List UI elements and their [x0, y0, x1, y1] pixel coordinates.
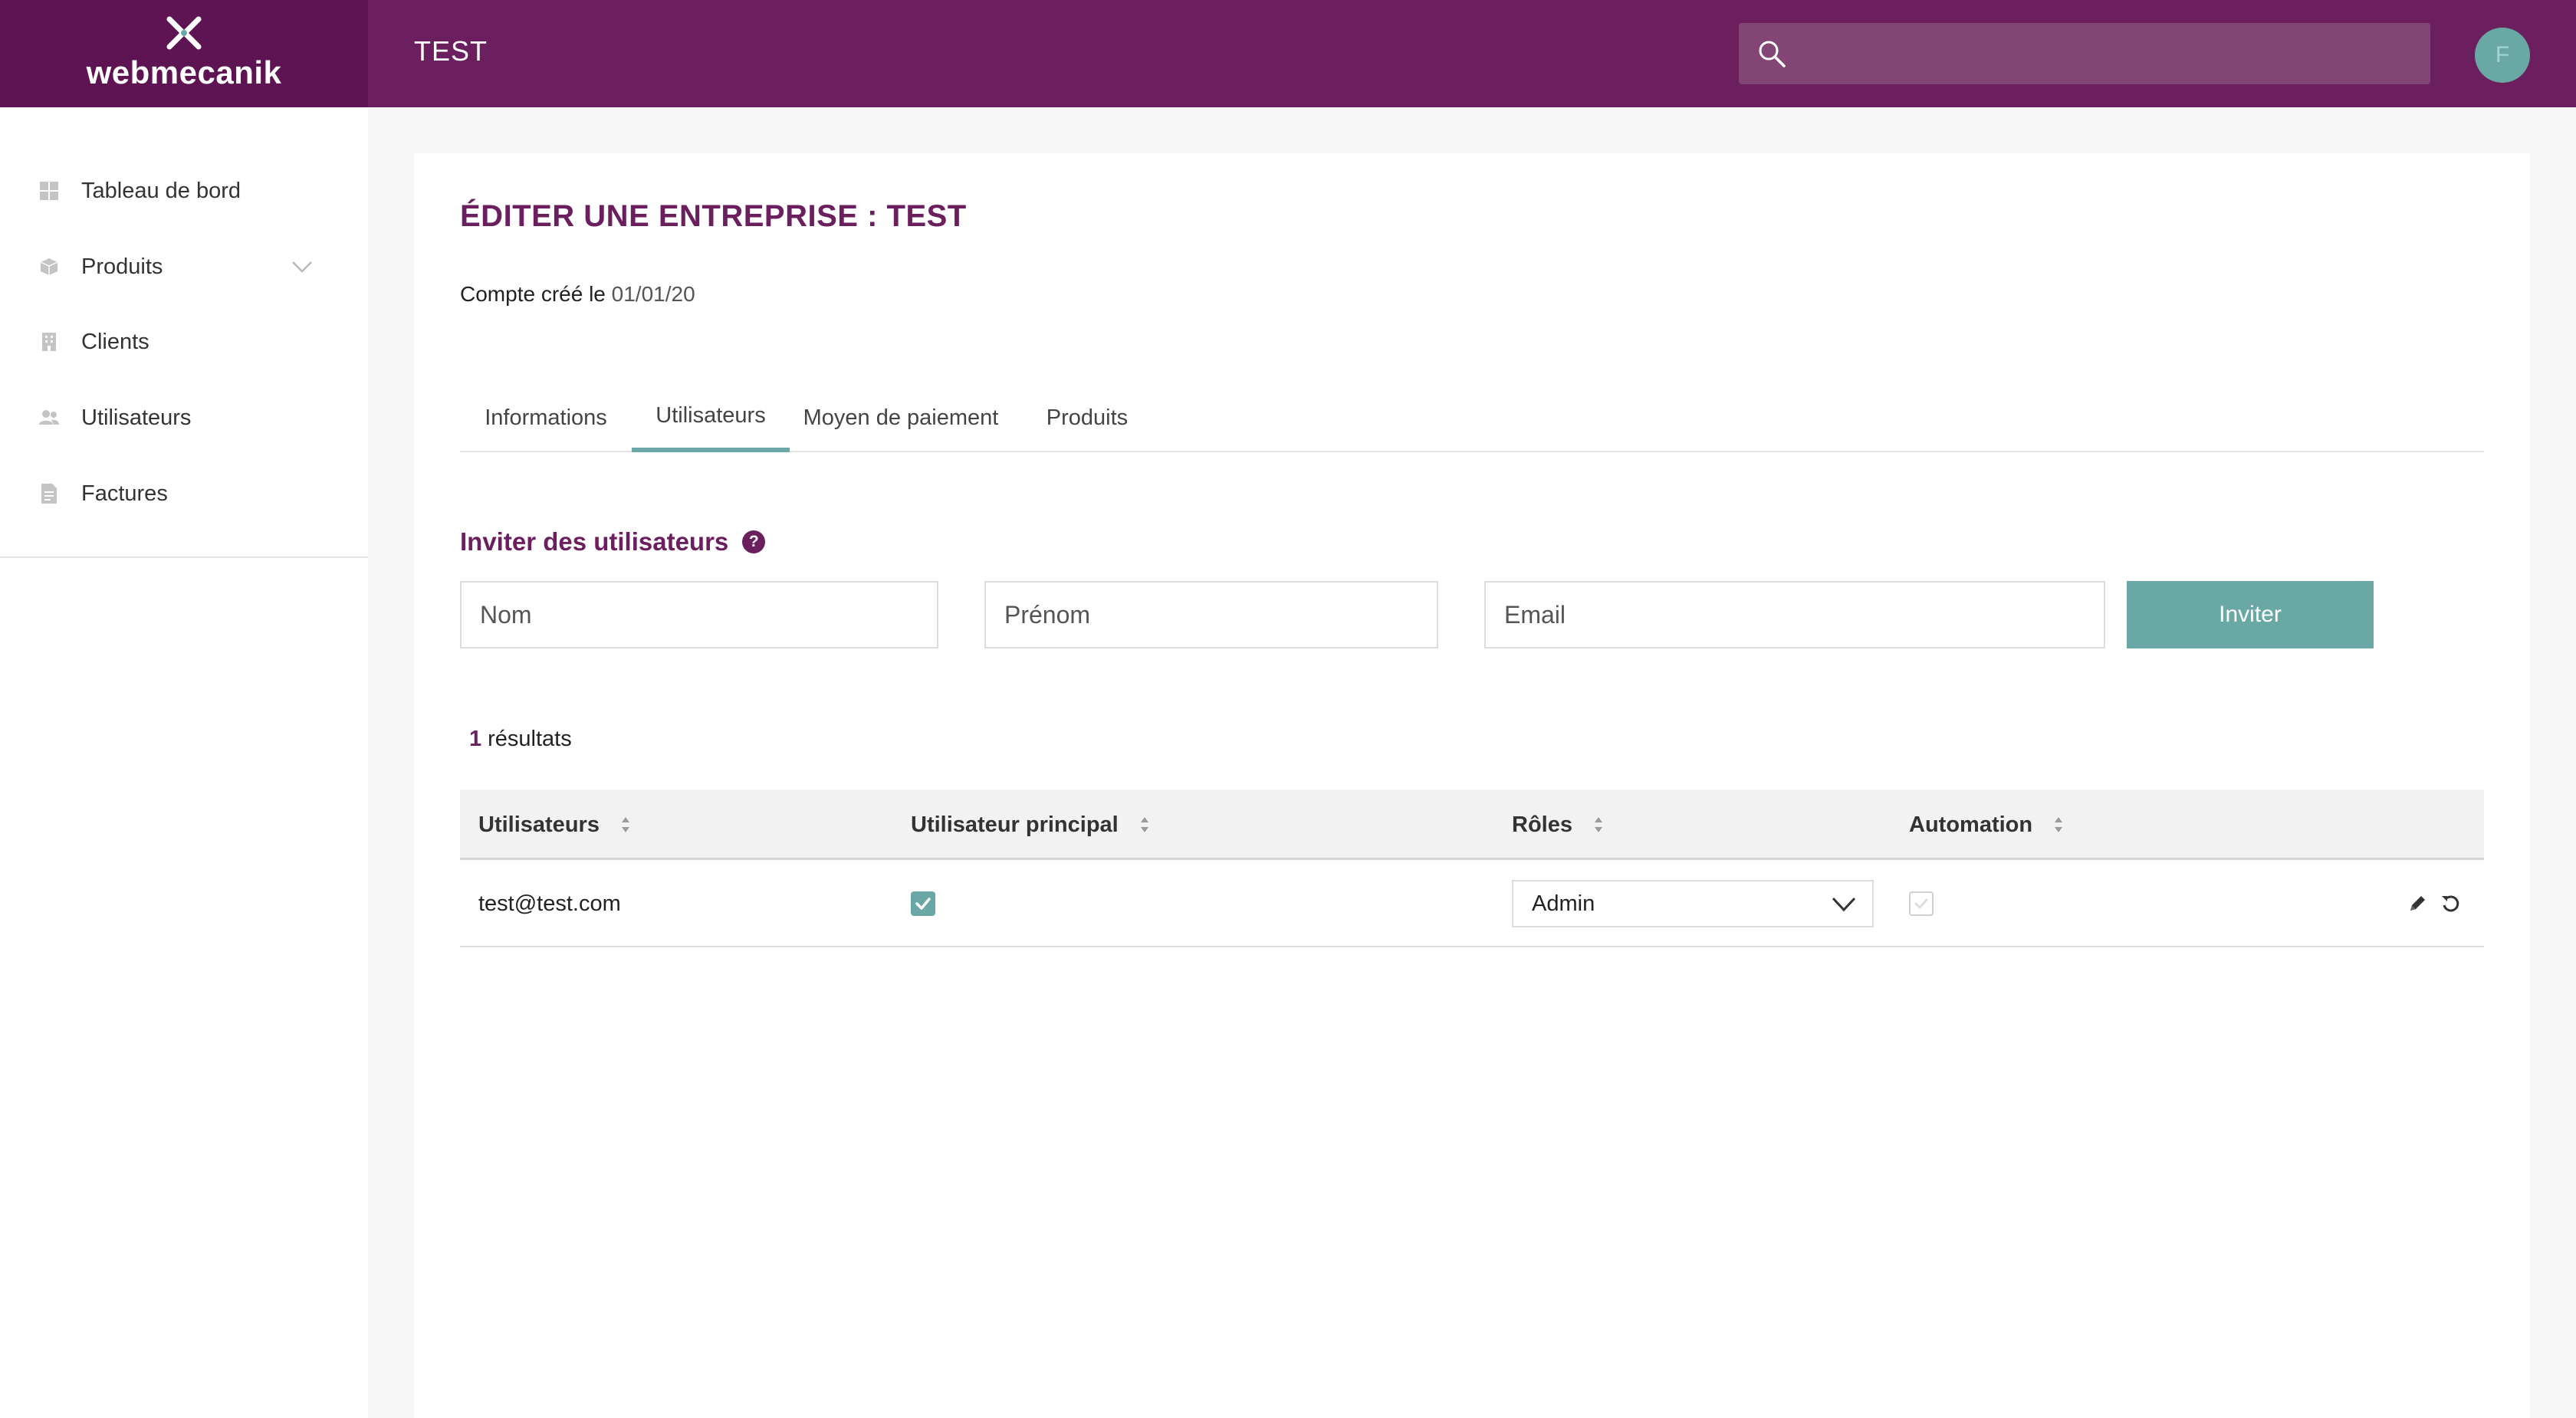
sidebar: Tableau de bord Produits Clients Utilisa… [0, 107, 368, 1418]
search-icon [1759, 41, 1786, 67]
column-header-label: Automation [1909, 812, 2033, 837]
invite-title-text: Inviter des utilisateurs [460, 527, 729, 556]
results-number: 1 [469, 727, 482, 751]
search-input[interactable] [1788, 23, 2430, 84]
role-select[interactable]: Admin [1512, 880, 1874, 927]
prenom-input[interactable] [984, 581, 1438, 648]
sort-icon [1594, 817, 1602, 832]
automation-cell [1909, 860, 1934, 947]
sidebar-item-clients[interactable]: Clients [0, 311, 368, 373]
help-icon[interactable]: ? [742, 530, 766, 553]
column-header-label: Rôles [1512, 812, 1572, 837]
top-bar: webmecanik TEST F [0, 0, 2576, 107]
app-title: TEST [414, 35, 488, 67]
tab-utilisateurs[interactable]: Utilisateurs [632, 383, 790, 452]
automation-checkbox[interactable] [1909, 891, 1934, 916]
invite-section-title: Inviter des utilisateurs ? [460, 527, 766, 556]
account-created: Compte créé le 01/01/20 [460, 282, 695, 307]
results-label: résultats [488, 727, 572, 751]
sidebar-item-label: Tableau de bord [81, 178, 241, 203]
avatar[interactable]: F [2475, 28, 2530, 83]
column-header-label: Utilisateur principal [911, 812, 1119, 837]
tab-produits[interactable]: Produits [1012, 383, 1162, 452]
search-box[interactable] [1739, 23, 2430, 84]
sidebar-item-factures[interactable]: Factures [0, 463, 368, 524]
chevron-down-icon[interactable] [290, 254, 314, 279]
logo-mark-icon [166, 16, 202, 50]
dashboard-icon [38, 180, 60, 202]
sidebar-item-produits[interactable]: Produits [0, 236, 368, 297]
sort-icon [621, 817, 629, 832]
page-title: ÉDITER UNE ENTREPRISE : TEST [460, 199, 967, 233]
users-icon [38, 407, 60, 428]
email-input[interactable] [1484, 581, 2105, 648]
principal-checkbox[interactable] [911, 891, 935, 916]
column-header-utilisateur-principal[interactable]: Utilisateur principal [911, 789, 1151, 860]
chevron-down-icon [1832, 897, 1856, 912]
invite-button[interactable]: Inviter [2127, 581, 2374, 648]
user-email: test@test.com [478, 891, 621, 916]
document-icon [38, 483, 60, 504]
sidebar-item-label: Produits [81, 254, 163, 279]
table-header: Utilisateurs Utilisateur principal Rôles… [460, 789, 2484, 860]
created-date: 01/01/20 [611, 282, 695, 306]
sidebar-menu: Tableau de bord Produits Clients Utilisa… [0, 107, 368, 558]
sidebar-item-label: Clients [81, 329, 150, 354]
sidebar-item-label: Factures [81, 481, 168, 506]
tab-moyen-de-paiement[interactable]: Moyen de paiement [790, 383, 1012, 452]
tabs: Informations Utilisateurs Moyen de paiem… [460, 383, 2484, 452]
sort-icon [1140, 817, 1148, 832]
sidebar-item-label: Utilisateurs [81, 405, 192, 430]
check-icon [1914, 898, 1928, 909]
check-icon [915, 898, 931, 910]
logo-text: webmecanik [86, 54, 282, 90]
box-icon [38, 256, 60, 277]
edit-pencil-icon[interactable] [2406, 892, 2429, 915]
column-header-utilisateurs[interactable]: Utilisateurs [478, 789, 632, 860]
table-row: test@test.com Admin [460, 860, 2484, 947]
created-label: Compte créé le [460, 282, 606, 306]
sidebar-item-dashboard[interactable]: Tableau de bord [0, 160, 368, 222]
column-header-automation[interactable]: Automation [1909, 789, 2065, 860]
building-icon [38, 331, 60, 353]
sidebar-item-utilisateurs[interactable]: Utilisateurs [0, 387, 368, 448]
logo[interactable]: webmecanik [0, 0, 368, 107]
principal-cell [911, 860, 935, 947]
tab-informations[interactable]: Informations [460, 383, 632, 452]
sort-icon [2055, 817, 2063, 832]
column-header-label: Utilisateurs [478, 812, 600, 837]
results-count: 1 résultats [469, 727, 572, 752]
reset-icon[interactable] [2440, 892, 2463, 915]
role-select-value: Admin [1532, 891, 1595, 916]
column-header-roles[interactable]: Rôles [1512, 789, 1605, 860]
nom-input[interactable] [460, 581, 938, 648]
users-table: Utilisateurs Utilisateur principal Rôles… [460, 789, 2484, 947]
role-cell: Admin [1512, 860, 1874, 947]
row-actions [2395, 860, 2463, 947]
main-card: ÉDITER UNE ENTREPRISE : TEST Compte créé… [414, 153, 2530, 1418]
